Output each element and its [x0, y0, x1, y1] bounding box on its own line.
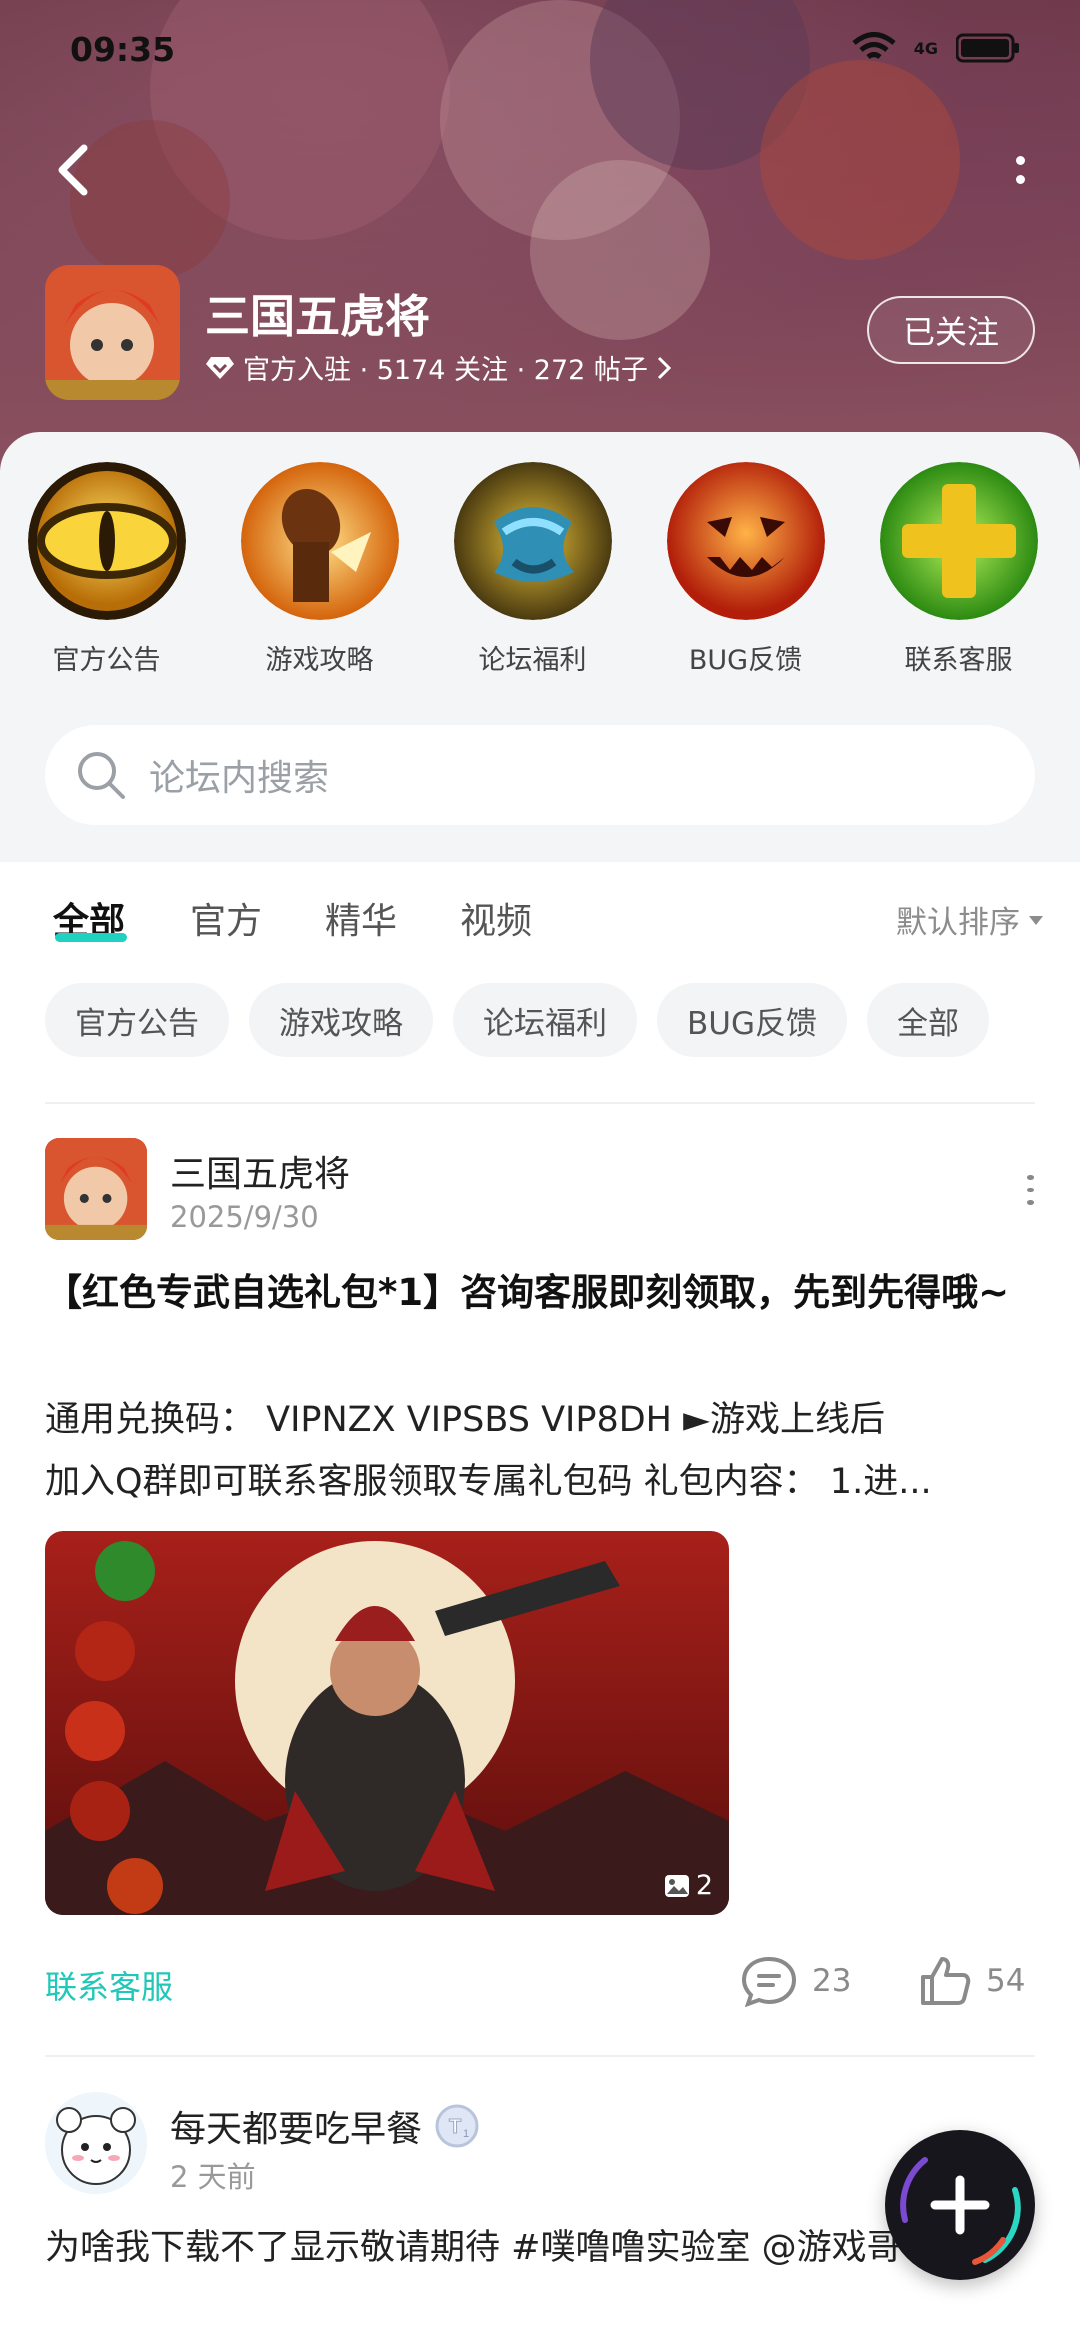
tab-featured[interactable]: 精华 [325, 892, 397, 944]
author-name-text: 每天都要吃早餐 [170, 2109, 423, 2150]
like-button[interactable]: 54 [918, 1955, 1025, 2007]
battery-icon [956, 33, 1019, 63]
post-more-button[interactable] [1020, 1175, 1040, 1206]
follow-button[interactable]: 已关注 [867, 296, 1035, 364]
forum-header: 09:35 4G 三国五虎将 官方入驻 · 5174 关注 · 272 帖子 已… [0, 0, 1080, 470]
entry-label: 联系客服 [904, 645, 1013, 676]
forum-meta[interactable]: 官方入驻 · 5174 关注 · 272 帖子 [205, 348, 672, 387]
comment-count: 23 [812, 1963, 852, 1999]
post-excerpt-line: 加入Q群即可联系客服领取专属礼包码 礼包内容： 1.进... [45, 1462, 932, 1502]
entry-welfare[interactable]: 论坛福利 [426, 462, 639, 677]
status-time: 09:35 [70, 30, 176, 69]
post-excerpt[interactable]: 通用兑换码： VIPNZX VIPSBS VIP8DH ►游戏上线后 加入Q群即… [45, 1389, 1035, 1513]
comment-button[interactable]: 23 [740, 1955, 851, 2007]
entry-label: BUG反馈 [688, 645, 803, 676]
user-level-badge-icon: T 1 [435, 2104, 479, 2148]
svg-text:T: T [449, 2116, 461, 2138]
strategy-icon [240, 462, 399, 620]
forum-search-input[interactable]: 论坛内搜索 [45, 725, 1035, 825]
entry-customer-service[interactable]: 联系客服 [852, 462, 1065, 677]
post-date: 2 天前 [170, 2160, 256, 2194]
search-icon [78, 752, 125, 799]
chip-strategy[interactable]: 游戏攻略 [249, 983, 433, 1057]
wifi-icon [852, 32, 896, 60]
category-chips: 官方公告 游戏攻略 论坛福利 BUG反馈 全部 [45, 983, 989, 1057]
network-label: 4G [913, 38, 938, 58]
forum-meta-text: 官方入驻 · 5174 关注 · 272 帖子 [243, 355, 648, 386]
pumpkin-icon [666, 462, 825, 620]
chip-welfare[interactable]: 论坛福利 [453, 983, 637, 1057]
caret-down-icon [1029, 915, 1043, 925]
sort-dropdown[interactable]: 默认排序 [896, 897, 1044, 942]
more-options-button[interactable] [1000, 145, 1040, 195]
tab-video[interactable]: 视频 [460, 892, 532, 944]
gift-icon [453, 462, 612, 620]
plus-icon [900, 2157, 1021, 2265]
svg-text:1: 1 [463, 2128, 469, 2140]
forum-name: 三国五虎将 [205, 290, 431, 343]
like-count: 54 [986, 1963, 1026, 1999]
eye-icon [27, 462, 186, 620]
image-icon [664, 1874, 689, 1897]
tab-official[interactable]: 官方 [190, 892, 262, 944]
plus-cross-icon [879, 462, 1038, 620]
thumbs-up-icon [921, 1957, 971, 2005]
forum-avatar [45, 265, 180, 400]
active-tab-indicator [55, 933, 127, 942]
comment-icon [741, 1956, 797, 2007]
verified-diamond-icon [206, 356, 234, 379]
entry-label: 论坛福利 [478, 645, 587, 676]
post-author-name[interactable]: 每天都要吃早餐 T 1 [170, 2100, 480, 2152]
entry-bug-report[interactable]: BUG反馈 [639, 462, 852, 677]
entry-strategy[interactable]: 游戏攻略 [213, 462, 426, 677]
image-count-badge: 2 [664, 1870, 713, 1901]
post-topic-tag[interactable]: 联系客服 [45, 1962, 173, 2008]
create-post-button[interactable] [885, 2130, 1035, 2280]
post-image[interactable]: 2 [45, 1531, 729, 1915]
quick-entries-card: 官方公告 游戏攻略 论坛福利 BUG反馈 联系客服 论坛内搜索 [0, 432, 1080, 862]
quick-entries: 官方公告 游戏攻略 论坛福利 BUG反馈 联系客服 [0, 462, 1080, 677]
post-author-avatar[interactable] [45, 2092, 147, 2194]
status-icons: 4G [852, 32, 1020, 64]
image-count: 2 [695, 1870, 713, 1901]
divider [45, 2055, 1035, 2057]
chevron-left-icon [58, 144, 88, 196]
status-bar: 09:35 4G [0, 0, 1080, 100]
post-date: 2025/9/30 [170, 1200, 319, 1234]
post-title[interactable]: 【红色专武自选礼包*1】咨询客服即刻领取，先到先得哦~ [45, 1263, 1035, 1323]
sort-label: 默认排序 [896, 905, 1020, 941]
entry-label: 官方公告 [52, 645, 161, 676]
post-author-name[interactable]: 三国五虎将 [170, 1145, 350, 1197]
post-author-avatar[interactable] [45, 1138, 147, 1240]
post-tabs: 全部 官方 精华 视频 默认排序 [0, 862, 1080, 972]
chip-announcement[interactable]: 官方公告 [45, 983, 229, 1057]
entry-announcement[interactable]: 官方公告 [0, 462, 213, 677]
search-placeholder: 论坛内搜索 [149, 758, 330, 799]
back-button[interactable] [50, 140, 100, 200]
chip-bug-report[interactable]: BUG反馈 [657, 983, 847, 1057]
entry-label: 游戏攻略 [265, 645, 374, 676]
chevron-right-icon [657, 356, 672, 379]
post-excerpt-line: 通用兑换码： VIPNZX VIPSBS VIP8DH ►游戏上线后 [45, 1400, 886, 1440]
chip-all[interactable]: 全部 [866, 983, 989, 1057]
divider [45, 1102, 1035, 1104]
